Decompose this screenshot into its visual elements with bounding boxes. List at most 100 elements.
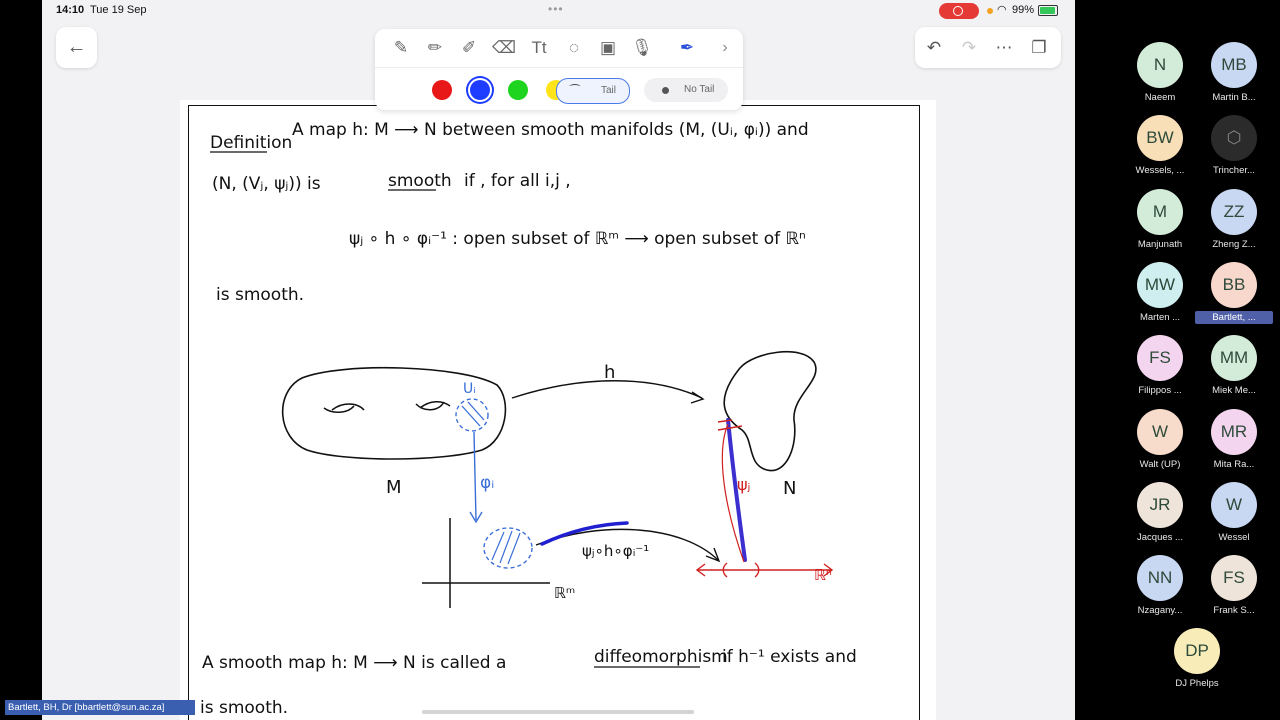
participant-name: Jacques ... xyxy=(1137,531,1183,543)
definition-word: Definition xyxy=(210,133,292,153)
participant-tile[interactable]: ZZ Zheng Z... xyxy=(1197,188,1271,259)
participant-name: Miek Me... xyxy=(1212,385,1256,397)
participant-tile[interactable]: BW Wessels, ... xyxy=(1123,115,1197,185)
label-psi: ψⱼ xyxy=(737,475,750,494)
participant-tile[interactable]: JR Jacques ... xyxy=(1123,481,1197,552)
label-ui: Uᵢ xyxy=(463,381,476,397)
participant-tile[interactable]: W Walt (UP) xyxy=(1123,408,1197,479)
avatar: JR xyxy=(1137,481,1183,528)
tail-curve-icon: ⁀ xyxy=(570,84,580,98)
note-line-2b: if , for all i,j , xyxy=(464,171,571,191)
participant-name: Zheng Z... xyxy=(1212,238,1256,250)
participant-name: Trincher... xyxy=(1213,165,1255,177)
avatar: W xyxy=(1137,408,1183,455)
highlighter-icon[interactable]: ✐ xyxy=(455,37,483,59)
avatar: BB xyxy=(1211,261,1257,308)
participant-name: Manjunath xyxy=(1137,238,1183,250)
avatar: N xyxy=(1137,42,1183,88)
avatar: DP xyxy=(1174,628,1220,675)
avatar: M xyxy=(1137,188,1183,235)
note-line-1: A map h: M ⟶ N between smooth manifolds … xyxy=(292,120,809,140)
notes-app-screen: 14:10 Tue 19 Sep ••• ◠ 99% ← Definition … xyxy=(42,0,1075,720)
avatar: ZZ xyxy=(1211,188,1257,235)
participant-tile[interactable]: M Manjunath xyxy=(1123,188,1197,259)
participant-tile[interactable]: MW Marten ... xyxy=(1123,261,1197,332)
label-phi: φᵢ xyxy=(480,473,494,493)
participant-tile[interactable]: DP DJ Phelps xyxy=(1160,628,1234,698)
diffeomorphism-word: diffeomorphism xyxy=(594,647,728,667)
dot-icon xyxy=(662,87,669,94)
participant-name: Walt (UP) xyxy=(1139,458,1181,470)
laser-pointer-icon[interactable]: ✒ xyxy=(673,37,701,59)
lasso-icon[interactable]: ◌ xyxy=(560,37,588,59)
label-rn: ℝⁿ xyxy=(814,566,832,584)
no-tail-option-button[interactable]: No Tail xyxy=(644,78,728,102)
avatar: NN xyxy=(1137,555,1183,602)
avatar: ⬡ xyxy=(1211,115,1257,162)
color-blue-swatch[interactable] xyxy=(470,80,490,100)
avatar: MR xyxy=(1211,408,1257,455)
participant-name: Mita Ra... xyxy=(1213,458,1255,470)
eraser-icon[interactable]: ⌫ xyxy=(490,37,518,59)
note-line-3: ψⱼ ∘ h ∘ φᵢ⁻¹ : open subset of ℝᵐ ⟶ open… xyxy=(349,229,806,249)
participant-name: Naeem xyxy=(1144,92,1176,103)
note-line-2a: (N, (Vⱼ, ψⱼ)) is xyxy=(212,174,321,194)
participant-tile[interactable]: MR Mita Ra... xyxy=(1197,408,1271,479)
home-indicator[interactable] xyxy=(422,710,694,714)
more-options-icon[interactable]: ⋯ xyxy=(989,27,1019,68)
chevron-right-icon[interactable]: › xyxy=(711,37,739,59)
tail-option-button[interactable]: ⁀ Tail xyxy=(556,78,630,104)
redo-icon[interactable]: ↷ xyxy=(954,27,984,68)
drawing-toolbar: ✎ ✏ ✐ ⌫ Tt ◌ ▣ 🎙 ✒ › ⁀ Tail No Tail xyxy=(375,29,743,110)
image-icon[interactable]: ▣ xyxy=(594,37,622,59)
participant-name: Martin B... xyxy=(1212,92,1256,103)
note-line-4: is smooth. xyxy=(216,285,304,305)
toolbar-divider xyxy=(375,67,743,68)
participant-tile[interactable]: MB Martin B... xyxy=(1197,42,1271,112)
participant-tile[interactable]: BB Bartlett, ... xyxy=(1195,261,1273,332)
participant-name: Wessel xyxy=(1218,531,1250,543)
color-red-swatch[interactable] xyxy=(432,80,452,100)
participant-name: Nzagany... xyxy=(1137,605,1183,617)
participant-name: Bartlett, ... xyxy=(1195,310,1273,324)
label-h: h xyxy=(604,362,615,383)
label-n: N xyxy=(783,478,796,499)
label-rm: ℝᵐ xyxy=(554,584,575,602)
avatar: FS xyxy=(1137,335,1183,382)
pencil-icon[interactable]: ✏ xyxy=(421,37,449,59)
pen-icon[interactable]: ✎ xyxy=(387,37,415,59)
participant-name: Frank S... xyxy=(1213,605,1255,617)
color-green-swatch[interactable] xyxy=(508,80,528,100)
note-smooth-word: smooth xyxy=(388,171,452,191)
pages-icon[interactable]: ❐ xyxy=(1024,27,1054,68)
participant-tile[interactable]: NN Nzagany... xyxy=(1123,555,1197,625)
label-composition: ψⱼ∘h∘φᵢ⁻¹ xyxy=(582,542,649,560)
participant-name: DJ Phelps xyxy=(1175,678,1219,690)
participant-tile[interactable]: FS Filippos ... xyxy=(1123,335,1197,405)
microphone-icon[interactable]: 🎙 xyxy=(628,37,656,59)
participants-panel: N Naeem MB Martin B... BW Wessels, ... ⬡ Trinch… xyxy=(1075,0,1280,720)
tail-label: Tail xyxy=(601,85,617,96)
participant-tile[interactable]: ⬡ Trincher... xyxy=(1197,115,1271,185)
avatar: MB xyxy=(1211,42,1257,88)
bottom-line-a: A smooth map h: M ⟶ N is called a xyxy=(202,653,506,673)
text-tool-icon[interactable]: Tt xyxy=(525,37,553,59)
no-tail-label: No Tail xyxy=(684,84,715,95)
participant-tile[interactable]: FS Frank S... xyxy=(1197,555,1271,625)
participant-tile[interactable]: W Wessel xyxy=(1197,481,1271,552)
avatar: FS xyxy=(1211,555,1257,602)
undo-icon[interactable]: ↶ xyxy=(919,27,949,68)
label-m: M xyxy=(386,477,402,498)
avatar: MM xyxy=(1211,335,1257,382)
participant-name: Wessels, ... xyxy=(1135,165,1185,177)
participant-name: Filippos ... xyxy=(1138,385,1182,397)
participant-name: Marten ... xyxy=(1139,311,1181,323)
avatar: W xyxy=(1211,481,1257,528)
participant-tile[interactable]: MM Miek Me... xyxy=(1197,335,1271,405)
participant-tile[interactable]: N Naeem xyxy=(1123,42,1197,112)
bottom-line-b: if h⁻¹ exists and xyxy=(722,647,857,667)
avatar: MW xyxy=(1137,261,1183,308)
bottom-line-c: is smooth. xyxy=(200,698,288,718)
speaker-name-tag: Bartlett, BH, Dr [bbartlett@sun.ac.za] xyxy=(5,700,195,715)
avatar: BW xyxy=(1137,115,1183,162)
